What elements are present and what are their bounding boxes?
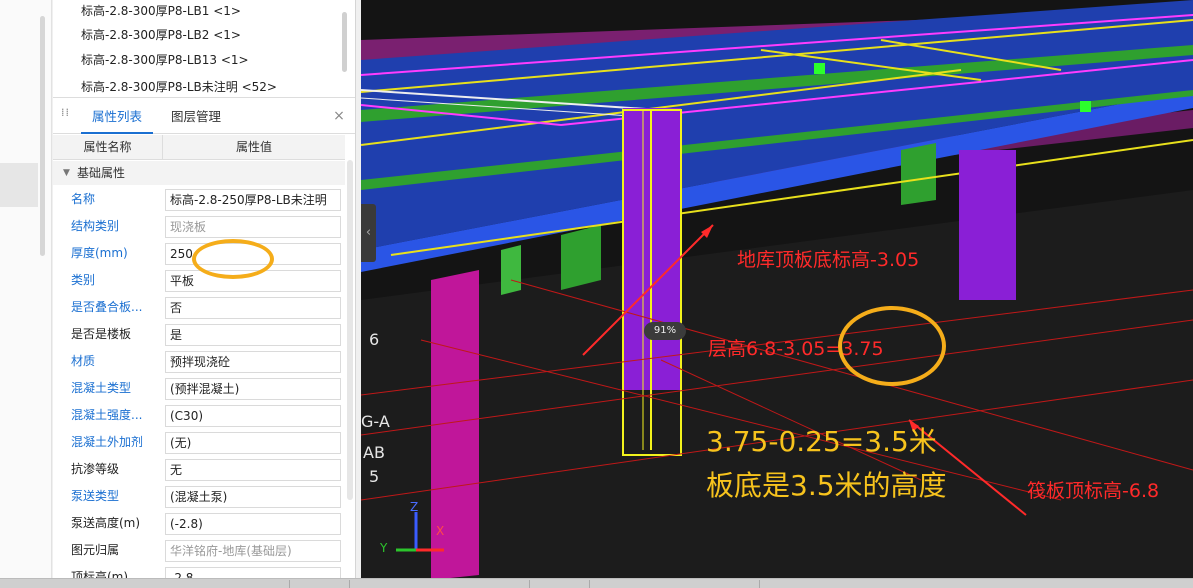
property-name: 泵送高度(m)	[71, 516, 141, 530]
property-row: 泵送高度(m) (-2.8)	[53, 510, 345, 537]
property-row: 图元归属 华洋铭府-地库(基础层)	[53, 537, 345, 564]
axis-label: G-A	[361, 412, 390, 431]
property-name: 结构类别	[71, 219, 120, 233]
property-name: 是否叠合板...	[71, 300, 143, 314]
property-row: 是否是楼板 是	[53, 321, 345, 348]
property-row: 名称 标高-2.8-250厚P8-LB未注明	[53, 186, 345, 213]
property-value-input[interactable]: 无	[165, 459, 341, 481]
property-name: 类别	[71, 273, 96, 287]
axis-label: 5	[369, 467, 380, 486]
annotation-calc-line2: 板底是3.5米的高度	[706, 469, 947, 502]
tree-item[interactable]: 标高-2.8-300厚P8-LB1 <1>	[81, 0, 241, 22]
bottom-status-strip	[0, 578, 1193, 588]
left-side-strip	[0, 0, 52, 588]
collapse-arrow-icon[interactable]: ▼	[63, 161, 70, 185]
property-value-input[interactable]: 华洋铭府-地库(基础层)	[165, 540, 341, 562]
annotation-raft-top: 筏板顶标高-6.8	[1027, 480, 1160, 502]
property-group-basic[interactable]: ▼ 基础属性	[53, 161, 345, 185]
property-name: 混凝土类型	[71, 381, 132, 395]
property-name: 材质	[71, 354, 96, 368]
axis-label: 6	[369, 330, 380, 349]
axis-gizmo-icon: Z Y X	[376, 500, 456, 565]
property-grid-scrollbar[interactable]	[347, 160, 353, 500]
property-grid-header: 属性名称 属性值	[53, 135, 345, 160]
properties-panel: 标高-2.8-300厚P8-LB1 <1> 标高-2.8-300厚P8-LB2 …	[53, 0, 356, 580]
property-row: 材质 预拌现浇砼	[53, 348, 345, 375]
property-name: 混凝土外加剂	[71, 435, 144, 449]
property-name: 混凝土强度...	[71, 408, 143, 422]
tree-item[interactable]: 标高-2.8-300厚P8-LB2 <1>	[81, 24, 241, 46]
collapse-left-icon[interactable]: ‹	[361, 204, 376, 262]
property-name: 厚度(mm)	[71, 246, 128, 260]
property-name: 是否是楼板	[71, 327, 132, 341]
property-name: 泵送类型	[71, 489, 120, 503]
axis-label: AB	[363, 443, 385, 462]
left-strip-scrollbar[interactable]	[40, 16, 45, 256]
annotation-garage-top: 地库顶板底标高-3.05	[737, 249, 920, 271]
tree-scrollbar[interactable]	[342, 12, 347, 72]
property-row: 结构类别 现浇板	[53, 213, 345, 240]
property-value-input[interactable]: 预拌现浇砼	[165, 351, 341, 373]
property-value-input[interactable]: (-2.8)	[165, 513, 341, 535]
gizmo-y-label: Y	[380, 541, 388, 555]
property-row: 混凝土强度... (C30)	[53, 402, 345, 429]
tab-property-list[interactable]: 属性列表	[81, 100, 153, 134]
property-value-input[interactable]: (混凝土泵)	[165, 486, 341, 508]
component-tree: 标高-2.8-300厚P8-LB1 <1> 标高-2.8-300厚P8-LB2 …	[53, 0, 355, 98]
property-row: 混凝土类型 (预拌混凝土)	[53, 375, 345, 402]
annotation-calc-line1: 3.75-0.25=3.5米	[706, 425, 937, 458]
property-name: 名称	[71, 192, 96, 206]
property-row: 泵送类型 (混凝土泵)	[53, 483, 345, 510]
column-header-value: 属性值	[235, 140, 272, 154]
tree-item[interactable]: 标高-2.8-300厚P8-LB13 <1>	[81, 49, 249, 71]
left-strip-selected-item[interactable]	[0, 163, 38, 207]
group-label: 基础属性	[77, 166, 126, 180]
grip-icon[interactable]: ⁞⁞	[61, 107, 71, 124]
tree-item[interactable]: 标高-2.8-300厚P8-LB未注明 <52>	[81, 76, 277, 98]
property-row: 混凝土外加剂 (无)	[53, 429, 345, 456]
percent-badge: 91%	[644, 322, 686, 340]
gizmo-z-label: Z	[410, 500, 419, 514]
property-row: 类别 平板	[53, 267, 345, 294]
property-value-input[interactable]: (预拌混凝土)	[165, 378, 341, 400]
property-name: 图元归属	[71, 543, 120, 557]
property-row: 抗渗等级 无	[53, 456, 345, 483]
property-value-input[interactable]: 现浇板	[165, 216, 341, 238]
close-icon[interactable]: ×	[332, 109, 346, 123]
tab-layer-management[interactable]: 图层管理	[161, 100, 231, 134]
thickness-highlight-circle	[192, 239, 274, 279]
column-header-name: 属性名称	[53, 135, 163, 160]
property-row: 是否叠合板... 否	[53, 294, 345, 321]
property-value-input[interactable]: 是	[165, 324, 341, 346]
property-value-input[interactable]: 否	[165, 297, 341, 319]
highlight-circle-375	[838, 306, 946, 386]
property-value-input[interactable]: (无)	[165, 432, 341, 454]
property-value-input[interactable]: 标高-2.8-250厚P8-LB未注明	[165, 189, 341, 211]
gizmo-x-label: X	[436, 524, 445, 538]
property-value-input[interactable]: (C30)	[165, 405, 341, 427]
panel-tabs: ⁞⁞ 属性列表 图层管理 ×	[53, 100, 355, 134]
property-name: 抗渗等级	[71, 462, 120, 476]
